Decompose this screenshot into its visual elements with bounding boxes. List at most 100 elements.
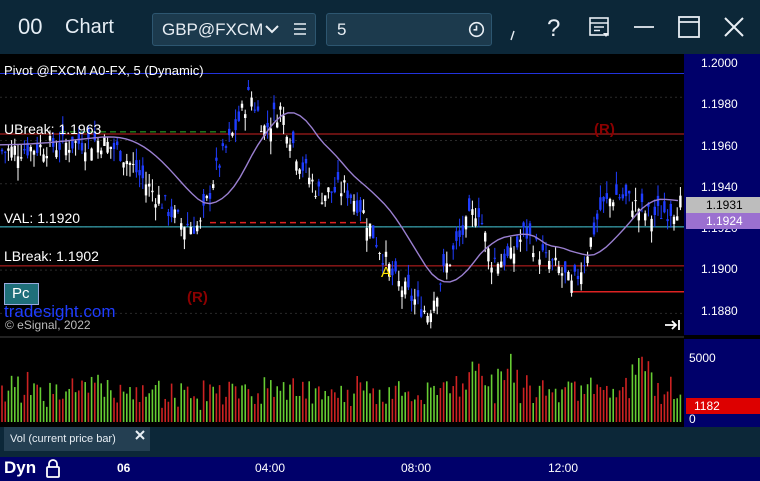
volume-bar [561,389,563,422]
time-axis[interactable] [0,457,760,481]
volume-bar [391,398,394,422]
volume-bar [474,370,477,422]
volume-bar [382,401,384,422]
candle-body [285,136,288,144]
volume-bar [593,393,595,422]
volume-bar [353,393,355,422]
candle-body [503,253,506,266]
scroll-to-end-icon[interactable] [664,318,682,332]
candle-body [554,257,557,261]
clock-icon[interactable] [468,21,485,38]
volume-bar [423,404,426,422]
candle-body [16,156,20,168]
candle-body [276,122,279,128]
volume-bar [449,393,451,422]
volume-bar [673,399,675,422]
minimize-button[interactable] [629,12,659,42]
candle-body [304,158,308,164]
volume-bar [84,382,86,422]
volume-study-tab[interactable]: Vol (current price bar) [4,427,150,451]
volume-bar [106,380,109,422]
volume-bar [254,403,256,422]
candle-body [212,184,215,189]
candle-body [560,273,564,276]
volume-bar [186,386,189,422]
maximize-button[interactable] [674,12,704,42]
volume-bar [414,399,416,422]
volume-bar [193,396,195,422]
candle-body [500,261,503,268]
volume-bar [519,403,522,422]
svg-text:?: ? [547,15,560,42]
candle-body [240,103,244,108]
volume-bar [129,387,131,422]
candle-body [128,162,132,165]
lock-icon[interactable] [44,457,62,479]
candle-body [103,136,106,146]
symbol-dropdown[interactable]: GBP@FXCM [152,13,316,46]
candle-body [196,225,199,232]
candle-body [218,165,221,168]
app-icon[interactable]: 00 [18,0,42,54]
candle-body [445,263,448,273]
x-tick-label: 06 [117,461,131,475]
chart-area[interactable]: 1.2000 1.1980 1.1960 1.1940 1.1920 1.190… [0,54,760,427]
x-tick-label: 04:00 [255,461,286,475]
candle-body [154,204,157,208]
volume-bar [433,385,435,422]
template-button[interactable] [586,12,616,42]
volume-bar [609,397,611,422]
volume-bar [170,383,173,422]
volume-bar [164,398,166,422]
candle-body [327,187,330,193]
candle-body [496,263,500,274]
candle-body [541,244,544,251]
candle-body [58,142,61,150]
y-tick-label: 1.1940 [701,180,738,194]
candle-body [564,261,567,273]
volume-bar [366,381,368,422]
volume-bar [574,381,576,422]
volume-bar [542,380,544,422]
volume-bar [394,385,397,422]
interval-dropdown[interactable]: 5 [326,13,492,46]
volume-bar [359,382,362,422]
volume-bar [318,386,320,422]
volume-bar [468,372,470,422]
candle-body [7,148,10,151]
volume-bar [161,407,163,422]
volume-bar [644,371,646,422]
candle-body [221,143,224,147]
volume-bar [71,378,74,422]
candle-body [512,253,516,264]
cursor-icon[interactable] [508,30,518,42]
candle-body [439,283,442,285]
volume-bar [465,389,467,422]
volume-bar [298,395,301,422]
candle-body [173,209,176,218]
volume-bar [631,364,634,422]
volume-bar [641,356,643,422]
candle-body [301,162,304,171]
volume-bar [292,378,294,422]
volume-bar [666,391,669,422]
candle-body [314,195,317,197]
volume-bar [234,386,237,422]
candle-body [55,150,58,158]
candle-body [279,106,282,110]
chevron-down-icon [265,25,279,34]
candle-body [368,223,372,237]
menu-icon[interactable] [293,22,307,36]
candle-body [432,300,436,311]
close-button[interactable] [719,12,749,42]
volume-bar [142,385,144,422]
candle-body [352,200,356,212]
close-icon[interactable] [133,428,147,442]
help-button[interactable]: ? [539,12,569,42]
volume-bar [244,384,246,422]
price-chart[interactable] [0,54,760,427]
volume-bar [628,398,630,422]
volume-bar [55,384,58,422]
candle-body [125,160,128,165]
candle-body [663,201,666,213]
